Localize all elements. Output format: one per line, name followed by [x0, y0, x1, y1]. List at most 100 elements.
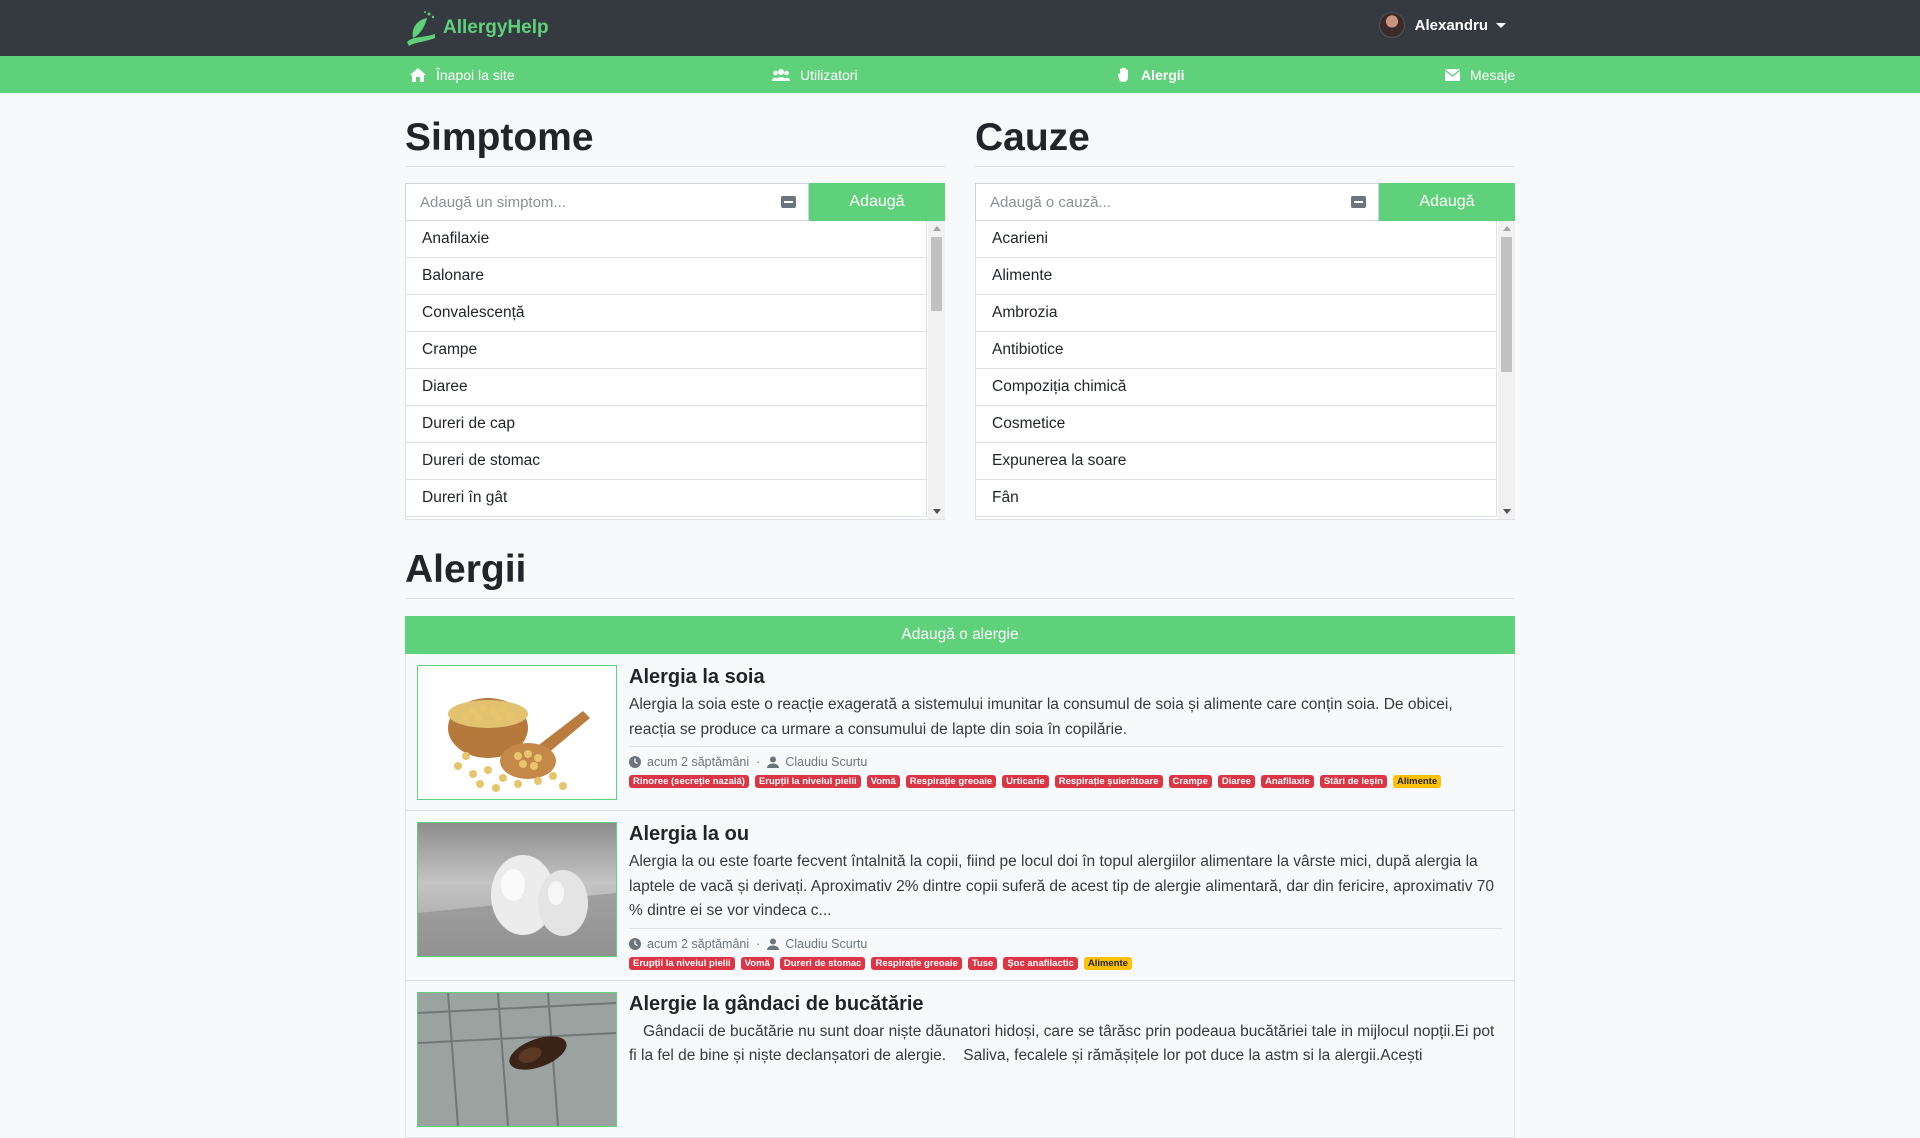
symptom-tag[interactable]: Erupții la nivelul pielii [754, 775, 861, 788]
allergy-card[interactable]: Alergie la gândaci de bucătărie Gândacii… [405, 980, 1515, 1138]
list-item[interactable]: Dureri în gât [406, 480, 927, 517]
nav-item-back-to-site[interactable]: Înapoi la site [410, 56, 515, 93]
allergy-time: acum 2 săptămâni [647, 936, 750, 951]
keyboard-icon [781, 196, 796, 208]
allergy-tags: Erupții la nivelul pielii Vomă Dureri de… [629, 956, 1503, 970]
top-bar: AllergyHelp Alexandru [0, 0, 1920, 56]
scrollbar[interactable] [1498, 221, 1515, 519]
symptom-tag[interactable]: Respirație șuierătoare [1054, 775, 1163, 788]
nav-label: Utilizatori [800, 66, 858, 83]
list-item[interactable]: Acarieni [976, 221, 1497, 258]
allergy-author[interactable]: Claudiu Scurtu [785, 937, 867, 951]
cause-tag[interactable]: Alimente [1083, 956, 1132, 970]
symptom-tag[interactable]: Respirație greoaie [871, 956, 962, 970]
symptom-tag[interactable]: Erupții la nivelul pielii [629, 956, 735, 970]
scroll-down-arrow-icon[interactable] [1503, 509, 1511, 514]
list-item[interactable]: Dureri de stomac [406, 443, 927, 480]
symptom-tag[interactable]: Tuse [967, 956, 998, 970]
allergy-description: Alergia la ou este foarte fecvent întaln… [629, 853, 1494, 919]
allergy-tags: Rinoree (secreție nazală) Erupții la niv… [629, 775, 1503, 788]
list-item[interactable]: Diaree [406, 369, 927, 406]
allergy-title[interactable]: Alergia la ou [629, 823, 1503, 846]
symptom-tag[interactable]: Respirație greoaie [905, 775, 997, 788]
cause-input-placeholder: Adaugă o cauză... [990, 193, 1111, 211]
allergy-card[interactable]: Alergia la ou Alergia la ou este foarte … [405, 811, 1515, 981]
symptom-tag[interactable]: Crampe [1168, 775, 1212, 788]
nav-item-users[interactable]: Utilizatori [772, 56, 858, 93]
user-name: Alexandru [1414, 16, 1488, 34]
nav-item-allergies[interactable]: Alergii [1118, 56, 1185, 93]
list-item[interactable]: Balonare [406, 258, 927, 295]
list-item[interactable]: Fân [976, 480, 1497, 517]
symptom-tag[interactable]: Dureri de stomac [779, 956, 866, 970]
symptom-tag[interactable]: Stări de leșin [1319, 775, 1387, 788]
nav-label: Înapoi la site [436, 66, 515, 83]
list-item[interactable]: Cosmetice [976, 406, 1497, 443]
list-item[interactable]: Convalescență [406, 295, 927, 332]
list-item[interactable]: Dureri de cap [406, 406, 927, 443]
allergy-author[interactable]: Claudiu Scurtu [785, 755, 867, 769]
list-item[interactable]: Compoziția chimică [976, 369, 1497, 406]
symptom-input-group: Adaugă un simptom... Adaugă [405, 183, 945, 221]
list-item[interactable]: Ambrozia [976, 295, 1497, 332]
nav-item-messages[interactable]: Mesaje [1445, 56, 1515, 93]
cause-input[interactable]: Adaugă o cauză... [975, 183, 1379, 221]
allergy-meta: acum 2 săptămâni · Claudiu Scurtu [629, 746, 1503, 769]
chevron-down-icon [1496, 22, 1506, 28]
scroll-thumb[interactable] [931, 237, 942, 311]
allergies-section: Alergii Adaugă o alergie Alergia la soia… [405, 548, 1515, 1138]
causes-title: Cauze [975, 116, 1515, 167]
users-icon [772, 68, 790, 81]
brand-logo[interactable]: AllergyHelp [405, 8, 549, 48]
separator: · [756, 936, 761, 951]
add-symptom-button[interactable]: Adaugă [809, 183, 945, 221]
allergy-title[interactable]: Alergie la gândaci de bucătărie [629, 993, 1503, 1016]
add-cause-button[interactable]: Adaugă [1379, 183, 1515, 221]
symptom-tag[interactable]: Vomă [866, 775, 900, 788]
scroll-up-arrow-icon[interactable] [933, 226, 941, 231]
soybeans-image [448, 698, 590, 792]
cause-list[interactable]: Acarieni Alimente Ambrozia Antibiotice C… [975, 221, 1515, 520]
scroll-thumb[interactable] [1501, 237, 1512, 372]
allergy-image-cockroach[interactable] [417, 991, 617, 1127]
causes-panel: Cauze Adaugă o cauză... Adaugă Acarieni … [975, 116, 1515, 520]
symptom-tag[interactable]: Anafilaxie [1260, 775, 1314, 788]
symptom-tag[interactable]: Vomă [740, 956, 774, 970]
symptom-tag[interactable]: Urticarie [1002, 775, 1049, 788]
list-item[interactable]: Antibiotice [976, 332, 1497, 369]
cockroach-image [418, 992, 616, 1126]
clock-icon [629, 756, 641, 768]
symptom-list[interactable]: Anafilaxie Balonare Convalescență Crampe… [405, 221, 945, 520]
allergy-image-eggs[interactable] [417, 822, 617, 957]
list-item[interactable]: Crampe [406, 332, 927, 369]
home-icon [410, 67, 426, 82]
allergy-title[interactable]: Alergia la soia [629, 666, 1503, 689]
symptom-input[interactable]: Adaugă un simptom... [405, 183, 809, 221]
keyboard-icon [1351, 196, 1366, 208]
allergy-time: acum 2 săptămâni [647, 755, 750, 769]
symptom-tag[interactable]: Diaree [1217, 775, 1255, 788]
cause-input-group: Adaugă o cauză... Adaugă [975, 183, 1515, 221]
scrollbar[interactable] [928, 221, 945, 519]
list-item[interactable]: Alimente [976, 258, 1497, 295]
leaf-hand-icon [407, 11, 435, 46]
cause-tag[interactable]: Alimente [1392, 775, 1442, 788]
list-item[interactable]: Anafilaxie [406, 221, 927, 258]
main-nav: Înapoi la site Utilizatori Alergii Mesaj… [0, 56, 1920, 93]
envelope-icon [1445, 68, 1460, 81]
symptom-tag[interactable]: Rinoree (secreție nazală) [629, 775, 749, 788]
user-menu[interactable]: Alexandru [1378, 12, 1506, 38]
nav-label: Mesaje [1470, 66, 1516, 83]
add-allergy-button[interactable]: Adaugă o alergie [405, 616, 1515, 654]
allergy-meta: acum 2 săptămâni · Claudiu Scurtu [629, 927, 1503, 951]
allergy-card[interactable]: Alergia la soia Alergia la soia este o r… [405, 654, 1515, 811]
user-icon [767, 938, 780, 950]
scroll-up-arrow-icon[interactable] [1503, 226, 1511, 231]
separator: · [756, 755, 761, 769]
scroll-down-arrow-icon[interactable] [933, 509, 941, 514]
allergy-image-soybeans[interactable] [417, 665, 617, 800]
allergy-card-body: Alergia la soia Alergia la soia este o r… [629, 665, 1503, 800]
allergy-card-body: Alergia la ou Alergia la ou este foarte … [629, 822, 1503, 970]
list-item[interactable]: Expunerea la soare [976, 443, 1497, 480]
symptom-tag[interactable]: Șoc anafilactic [1003, 956, 1078, 970]
